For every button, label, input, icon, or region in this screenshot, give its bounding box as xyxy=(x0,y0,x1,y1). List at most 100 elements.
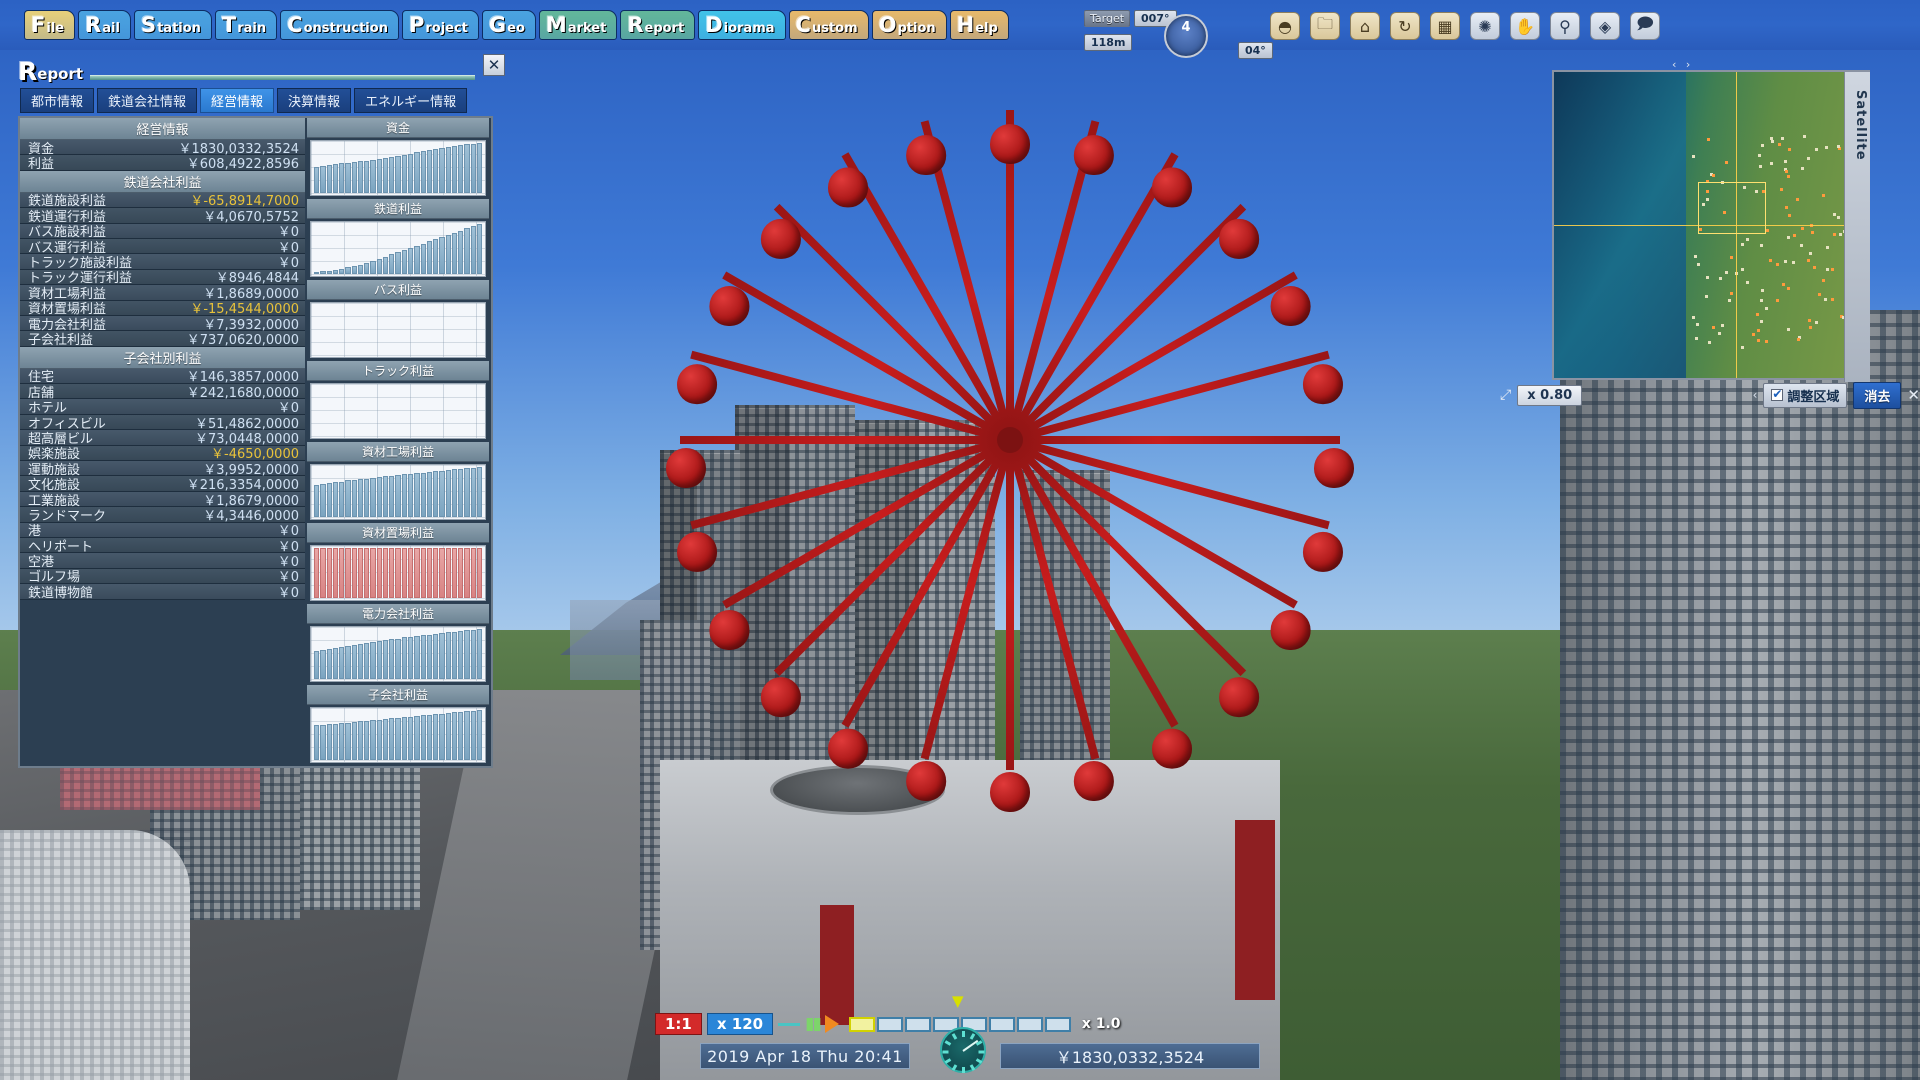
table-row[interactable]: 子会社利益 ￥737,0620,0000 xyxy=(20,331,305,346)
hand-icon[interactable]: ✋ xyxy=(1510,12,1540,40)
clock-tick xyxy=(975,1058,982,1064)
layers-icon[interactable]: ◈ xyxy=(1590,12,1620,40)
menu-item-eo[interactable]: Geo xyxy=(482,10,536,40)
menu-item-iorama[interactable]: Diorama xyxy=(698,10,785,40)
table-section-header: 経営情報 xyxy=(20,118,305,140)
table-row[interactable]: ランドマーク ￥4,3446,0000 xyxy=(20,507,305,522)
compass-widget[interactable]: 4 xyxy=(1130,14,1240,62)
menu-item-ustom[interactable]: Custom xyxy=(789,10,869,40)
minimap-close-icon[interactable]: ✕ xyxy=(1907,386,1920,404)
palette-icon[interactable]: ◓ xyxy=(1270,12,1300,40)
chart-bar xyxy=(452,712,457,760)
report-tab-3[interactable]: 決算情報 xyxy=(277,88,351,113)
cabin-pod xyxy=(1152,167,1192,207)
folder-icon[interactable]: 🗀 xyxy=(1310,12,1340,40)
chart-bar xyxy=(389,254,394,274)
chart-bar xyxy=(433,714,438,760)
menu-item-initial: P xyxy=(409,15,424,36)
chevron-left-icon[interactable]: ‹ xyxy=(1753,388,1758,402)
row-value: ￥608,4922,8596 xyxy=(187,153,299,172)
ratio-badge[interactable]: 1:1 xyxy=(655,1013,702,1035)
play-icon[interactable] xyxy=(825,1015,839,1033)
minimap-marker xyxy=(1784,160,1787,163)
minimap-marker xyxy=(1781,137,1784,140)
erase-button[interactable]: 消去 xyxy=(1853,382,1901,409)
chart-bar xyxy=(327,649,332,679)
speech-icon[interactable]: 🗩 xyxy=(1630,12,1660,40)
speed-controls[interactable]: 1:1 x 120 ▮▮ x 1.0 xyxy=(655,1013,1121,1035)
bookmark-icon[interactable]: ⌂ xyxy=(1350,12,1380,40)
refresh-icon[interactable]: ↻ xyxy=(1390,12,1420,40)
menu-item-initial: D xyxy=(705,15,722,36)
speed-step-cell[interactable] xyxy=(877,1017,903,1032)
report-tab-0[interactable]: 都市情報 xyxy=(20,88,94,113)
minimap-zoom-level[interactable]: x 0.80 xyxy=(1517,385,1582,406)
chart-bar xyxy=(446,235,451,274)
menu-item-roject[interactable]: Project xyxy=(402,10,479,40)
menu-item-arket[interactable]: Market xyxy=(539,10,617,40)
chart-bar xyxy=(433,634,438,679)
report-close-button[interactable]: ✕ xyxy=(483,54,505,76)
minimap-marker xyxy=(1694,255,1697,258)
menu-item-label: ption xyxy=(897,16,935,35)
report-tab-2[interactable]: 経営情報 xyxy=(200,88,274,113)
chart-bar xyxy=(339,163,344,193)
chart-title: 鉄道利益 xyxy=(307,199,489,219)
minimap-panel[interactable]: Satellite xyxy=(1552,70,1870,380)
report-tab-1[interactable]: 鉄道会社情報 xyxy=(97,88,197,113)
pin-icon[interactable]: ⚲ xyxy=(1550,12,1580,40)
minimap-marker xyxy=(1809,326,1812,329)
menu-item-ail[interactable]: Rail xyxy=(78,10,131,40)
checkbox-icon xyxy=(1771,389,1783,401)
clock-tick xyxy=(969,1064,975,1071)
menu-item-elp[interactable]: Help xyxy=(950,10,1009,40)
menu-item-label: roject xyxy=(425,16,468,35)
speed-step-cell[interactable] xyxy=(905,1017,931,1032)
minimap-marker xyxy=(1706,276,1709,279)
chart-bar xyxy=(421,244,426,274)
minimap-marker xyxy=(1808,319,1811,322)
pause-icon[interactable]: ▮▮ xyxy=(805,1014,820,1034)
report-tab-4[interactable]: エネルギー情報 xyxy=(354,88,467,113)
adjust-area-checkbox[interactable]: 調整区域 xyxy=(1763,383,1847,408)
minimap-marker xyxy=(1801,167,1804,170)
minimap-marker xyxy=(1782,283,1785,286)
zoom-icon: ⤢ xyxy=(1500,387,1511,403)
speed-step-cell[interactable] xyxy=(989,1017,1015,1032)
table-row[interactable]: 鉄道博物館 ￥0 xyxy=(20,584,305,599)
menu-item-ile[interactable]: File xyxy=(24,10,75,40)
chart-bar xyxy=(402,548,407,598)
report-window[interactable]: R eport ✕ 都市情報 鉄道会社情報 経営情報 決算情報 エネルギー情報 経営情報… xyxy=(18,58,493,768)
chart-plot xyxy=(310,626,486,682)
minimap-marker xyxy=(1765,307,1768,310)
minimap-viewport-box[interactable] xyxy=(1698,182,1766,234)
grid-icon[interactable]: ▦ xyxy=(1430,12,1460,40)
chart-title: バス利益 xyxy=(307,280,489,300)
menu-item-onstruction[interactable]: Construction xyxy=(280,10,399,40)
minimap-marker xyxy=(1758,154,1761,157)
chart-bar xyxy=(439,471,444,517)
minimap-marker xyxy=(1697,263,1700,266)
compass-ring[interactable]: 4 xyxy=(1164,14,1208,58)
speed-step-cell[interactable] xyxy=(849,1017,875,1032)
menu-item-eport[interactable]: Report xyxy=(620,10,695,40)
speed-step-cell[interactable] xyxy=(1017,1017,1043,1032)
ferris-wheel-spoke xyxy=(680,436,1010,444)
chart-bar xyxy=(377,259,382,274)
speed-step-cell[interactable] xyxy=(1045,1017,1071,1032)
ferris-wheel-cabin xyxy=(677,524,717,572)
minimap-marker xyxy=(1813,266,1816,269)
table-row[interactable]: 利益 ￥608,4922,8596 xyxy=(20,155,305,170)
chart-bar xyxy=(339,723,344,760)
minimap-marker xyxy=(1815,148,1818,151)
menu-item-ption[interactable]: Option xyxy=(872,10,947,40)
menu-item-rain[interactable]: Train xyxy=(215,10,277,40)
menu-item-tation[interactable]: Station xyxy=(134,10,212,40)
minimap-marker xyxy=(1778,143,1781,146)
minimap-marker xyxy=(1760,299,1763,302)
minimap-marker xyxy=(1787,175,1790,178)
chart-bar xyxy=(377,641,382,679)
sun-icon[interactable]: ✺ xyxy=(1470,12,1500,40)
speed-badge[interactable]: x 120 xyxy=(707,1013,773,1035)
table-row[interactable]: ヘリポート ￥0 xyxy=(20,538,305,553)
